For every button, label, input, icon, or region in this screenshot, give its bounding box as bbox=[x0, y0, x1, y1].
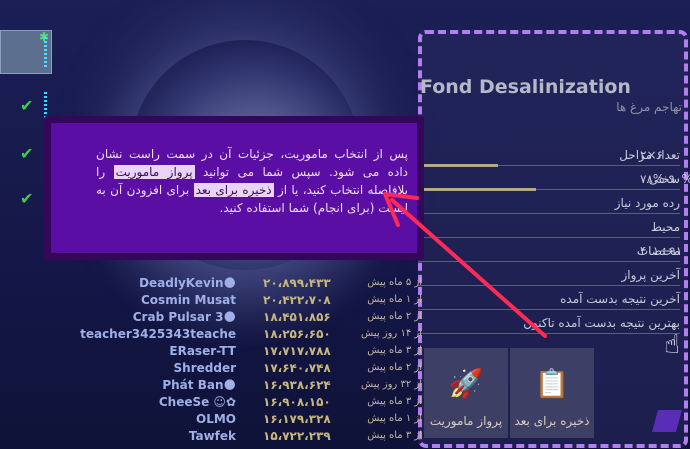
hand-cursor-icon: ☝ bbox=[664, 330, 680, 360]
tutorial-arrow bbox=[383, 192, 547, 338]
arrow-shaft bbox=[390, 198, 547, 338]
